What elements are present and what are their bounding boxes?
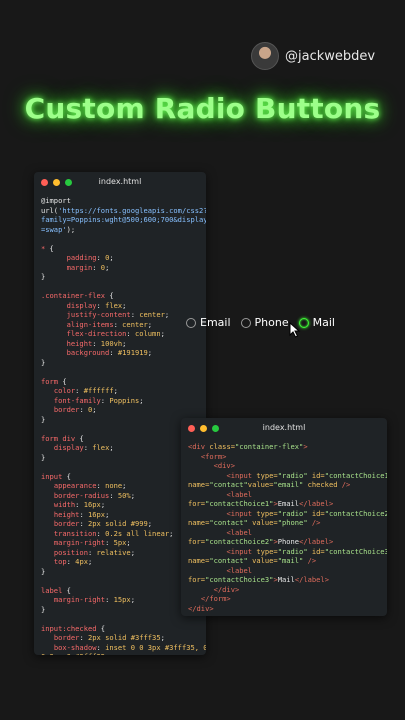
radio-option-mail[interactable]: Mail	[298, 316, 335, 329]
code-line: form div {	[41, 433, 84, 443]
code-line: font-family: Poppins;	[53, 395, 144, 405]
code-line: margin-right: 5px;	[53, 538, 131, 547]
code-line: }	[41, 452, 46, 462]
code-line: border: 2px solid #999;	[53, 519, 153, 528]
code-line: input:checked {	[41, 623, 106, 633]
handle-text: @jackwebdev	[285, 48, 376, 64]
code-line: <label	[226, 527, 253, 537]
code-line: 0 3px 0 #3fff35;	[41, 652, 198, 655]
code-line: border-radius: 50%;	[53, 490, 135, 500]
code-line: width: 16px;	[53, 500, 106, 509]
radio-label[interactable]: Phone	[255, 316, 289, 329]
code-line: padding: 0;	[66, 253, 114, 262]
code-line: margin-right: 15px;	[53, 595, 135, 604]
code-line: url('https://fonts.googleapis.com/css2?	[41, 205, 206, 215]
code-line: appearance: none;	[53, 481, 127, 490]
code-line: <label	[226, 565, 253, 575]
window-titlebar: index.html	[34, 172, 206, 192]
window-filename: index.html	[262, 423, 306, 432]
code-line: label {	[41, 585, 71, 595]
code-line: name="contact"value="email" checked />	[188, 480, 351, 489]
code-line: position: relative;	[53, 547, 135, 557]
code-line: <div>	[213, 461, 235, 470]
code-line: background: #191919;	[66, 348, 153, 357]
code-line: input {	[41, 471, 71, 481]
html-code-window: index.html <div class="container-flex"> …	[181, 418, 387, 616]
video-title: Custom Radio Buttons	[24, 92, 381, 125]
code-line: box-shadow: inset 0 0 3px #3fff35, 0	[53, 642, 206, 652]
radio-option-email[interactable]: Email	[186, 316, 231, 329]
code-line: margin: 0;	[66, 262, 110, 272]
code-line: }	[41, 604, 46, 614]
code-line: <div class="container-flex">	[188, 442, 308, 451]
code-line: @import	[41, 196, 71, 205]
code-line: for="contactChoice1">Email</label>	[188, 499, 334, 508]
code-line: for="contactChoice2">Phone</label>	[188, 537, 334, 546]
radio-option-phone[interactable]: Phone	[240, 316, 289, 329]
code-line: align-items: center;	[66, 319, 153, 329]
code-line: }	[41, 357, 46, 367]
code-line: <input type="radio" id="contactChoice2"	[226, 508, 387, 518]
code-line: =swap');	[41, 224, 76, 234]
radio-button[interactable]	[186, 317, 196, 328]
radio-demo: Email Phone Mail	[186, 316, 335, 329]
code-line: justify-content: center;	[66, 310, 170, 319]
window-titlebar: index.html	[181, 418, 387, 438]
code-line: flex-direction: column;	[66, 329, 165, 338]
avatar	[251, 42, 279, 70]
code-line: border: 0;	[53, 405, 97, 414]
code-line: .container-flex {	[41, 291, 114, 300]
code-line: <form>	[200, 451, 227, 461]
radio-label[interactable]: Mail	[313, 316, 335, 329]
code-line: name="contact" value="mail" />	[188, 556, 317, 565]
code-line: <input type="radio" id="contactChoice3"	[226, 546, 387, 556]
code-line: </div>	[188, 603, 214, 613]
creator-handle: @jackwebdev	[251, 42, 375, 70]
code-line: </div>	[213, 584, 240, 594]
code-line: display: flex;	[66, 300, 127, 310]
code-line: top: 4px;	[53, 557, 93, 566]
code-line: color: #ffffff;	[53, 386, 118, 395]
code-line: <label	[226, 489, 253, 499]
code-line: }	[41, 272, 46, 281]
code-line: form {	[41, 376, 67, 386]
code-line: height: 16px;	[53, 509, 110, 519]
code-line: </form>	[200, 594, 231, 603]
radio-label[interactable]: Email	[200, 316, 231, 329]
code-line: transition: 0.2s all linear;	[53, 528, 174, 538]
radio-button[interactable]	[240, 317, 251, 328]
html-code-block: <div class="container-flex"> <form> <div…	[181, 438, 387, 616]
code-line: <input type="radio" id="contactChoice1"	[226, 470, 387, 480]
code-line: name="contact" value="phone" />	[188, 518, 321, 527]
code-line: }	[41, 566, 46, 576]
code-line: for="contactChoice3">Mail</label>	[188, 575, 329, 584]
window-filename: index.html	[98, 177, 142, 186]
code-line: display: flex;	[53, 443, 114, 452]
code-line: border: 2px solid #3fff35;	[53, 633, 165, 642]
code-line: }	[41, 414, 46, 424]
code-line: * {	[41, 243, 54, 253]
code-line: height: 100vh;	[66, 338, 127, 348]
mouse-cursor-icon	[289, 322, 301, 338]
code-line: family=Poppins:wght@500;600;700&display	[41, 215, 206, 224]
